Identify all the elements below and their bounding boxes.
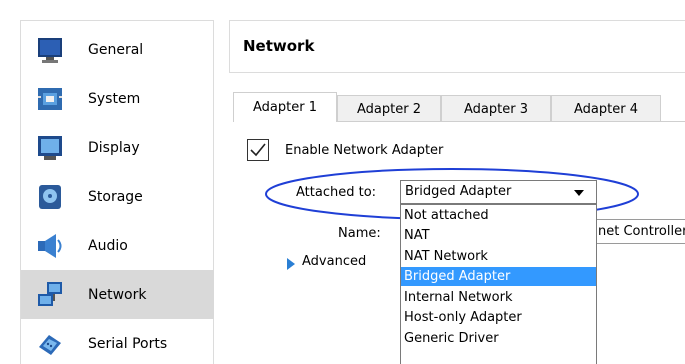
sidebar-item-label: System <box>88 90 141 107</box>
sidebar-item-label: Audio <box>88 237 128 254</box>
sidebar-item-general[interactable]: General <box>21 25 214 74</box>
attached-to-dropdown-list: Not attached NAT NAT Network Bridged Ada… <box>400 204 597 364</box>
name-select[interactable]: net Controller <box>595 219 685 244</box>
tab-label: Adapter 4 <box>574 101 638 117</box>
network-icon <box>38 281 62 306</box>
tab-adapter-2[interactable]: Adapter 2 <box>337 95 441 122</box>
option-label: Not attached <box>404 208 489 223</box>
tab-label: Adapter 3 <box>464 101 528 117</box>
dropdown-option-bridged-adapter[interactable]: Bridged Adapter <box>401 267 596 286</box>
sidebar-item-storage[interactable]: Storage <box>21 172 214 221</box>
option-label: Bridged Adapter <box>404 269 511 284</box>
speaker-icon <box>38 233 62 258</box>
sidebar-item-label: Serial Ports <box>88 335 168 352</box>
enable-adapter-label: Enable Network Adapter <box>285 143 444 158</box>
dropdown-option-nat-network[interactable]: NAT Network <box>401 247 596 266</box>
sidebar-item-serial-ports[interactable]: Serial Ports <box>21 319 214 364</box>
tab-adapter-4[interactable]: Adapter 4 <box>551 95 661 122</box>
dropdown-option-not-attached[interactable]: Not attached <box>401 206 596 225</box>
chevron-down-icon <box>574 190 584 196</box>
network-settings-panel: Network Adapter 1 Adapter 2 Adapter 3 Ad… <box>229 20 685 364</box>
monitor-icon <box>38 37 62 63</box>
tab-label: Adapter 2 <box>357 101 421 117</box>
enable-adapter-checkbox[interactable] <box>247 139 269 161</box>
option-label: Host-only Adapter <box>404 310 522 325</box>
disc-icon <box>39 184 61 209</box>
option-label: NAT Network <box>404 249 488 264</box>
page-header: Network <box>229 20 685 73</box>
settings-sidebar: General System Display Storage Audio Net… <box>20 20 214 364</box>
page-title: Network <box>243 37 315 55</box>
attached-to-select[interactable]: Bridged Adapter <box>400 180 597 204</box>
sidebar-item-display[interactable]: Display <box>21 123 214 172</box>
sidebar-item-network[interactable]: Network <box>21 270 214 319</box>
dropdown-option-internal-network[interactable]: Internal Network <box>401 288 596 307</box>
tab-label: Adapter 1 <box>253 100 317 115</box>
expand-arrow-icon[interactable] <box>287 258 295 270</box>
option-label: Generic Driver <box>404 331 499 346</box>
dropdown-option-host-only-adapter[interactable]: Host-only Adapter <box>401 308 596 327</box>
name-label: Name: <box>338 226 381 241</box>
sidebar-item-label: Network <box>88 286 147 303</box>
checkmark-icon <box>250 143 266 157</box>
dropdown-option-generic-driver[interactable]: Generic Driver <box>401 329 596 348</box>
chip-icon <box>38 87 62 110</box>
display-icon <box>38 135 62 160</box>
sidebar-item-system[interactable]: System <box>21 74 214 123</box>
name-value: net Controller <box>598 224 685 239</box>
advanced-toggle[interactable]: Advanced <box>302 254 366 269</box>
sidebar-item-label: Storage <box>88 188 143 205</box>
option-label: Internal Network <box>404 290 513 305</box>
serial-port-icon <box>39 334 61 355</box>
attached-to-value: Bridged Adapter <box>405 184 512 199</box>
dropdown-option-nat[interactable]: NAT <box>401 226 596 245</box>
sidebar-item-audio[interactable]: Audio <box>21 221 214 270</box>
attached-to-label: Attached to: <box>296 185 377 200</box>
option-label: NAT <box>404 228 430 243</box>
tab-adapter-3[interactable]: Adapter 3 <box>441 95 551 122</box>
sidebar-item-label: Display <box>88 139 140 156</box>
tab-adapter-1[interactable]: Adapter 1 <box>233 92 337 122</box>
sidebar-item-label: General <box>88 41 144 58</box>
